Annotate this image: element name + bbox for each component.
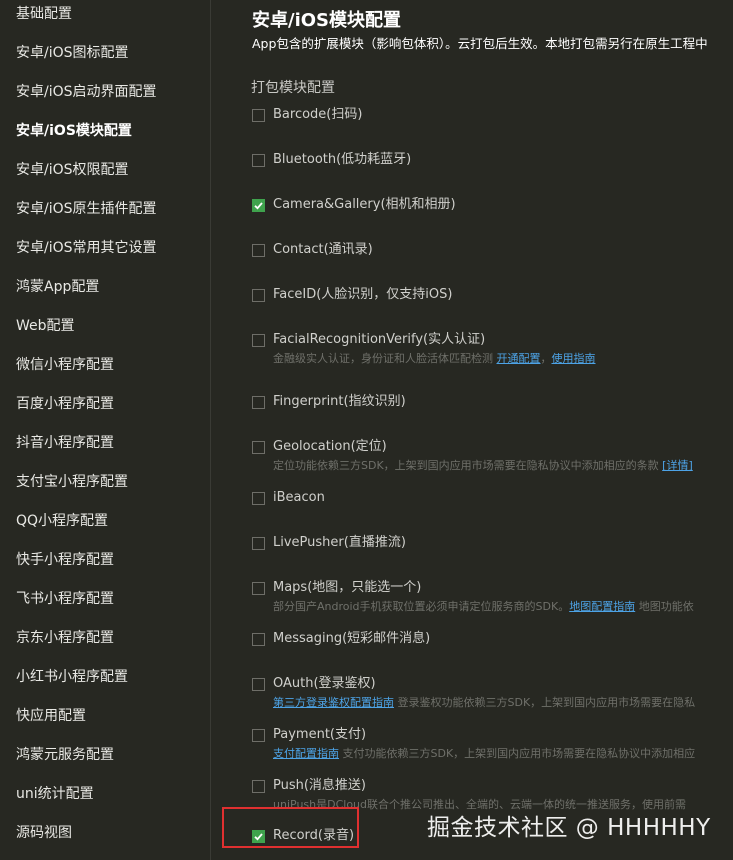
page-title: 安卓/iOS模块配置 bbox=[252, 10, 402, 31]
page-description: App包含的扩展模块（影响包体积）。云打包后生效。本地打包需另行在原生工程中 bbox=[252, 36, 708, 51]
sidebar-item-module-config[interactable]: 安卓/iOS模块配置 bbox=[16, 121, 132, 141]
section-title: 打包模块配置 bbox=[251, 80, 335, 96]
watermark: 掘金技术社区 @ HHHHHY bbox=[427, 815, 711, 841]
module-note-text: 登录鉴权功能依赖三方SDK，上架到国内应用市场需要在隐私 bbox=[394, 696, 696, 709]
module-note-text: 地图功能依 bbox=[635, 600, 694, 613]
sidebar-item-qq-mp[interactable]: QQ小程序配置 bbox=[16, 511, 108, 531]
module-label: Contact(通讯录) bbox=[273, 242, 373, 257]
module-label: FacialRecognitionVerify(实人认证) bbox=[273, 332, 486, 347]
sidebar-item-alipay-mp[interactable]: 支付宝小程序配置 bbox=[16, 472, 128, 492]
sidebar-item-douyin-mp[interactable]: 抖音小程序配置 bbox=[16, 433, 114, 453]
module-note: 第三方登录鉴权配置指南 登录鉴权功能依赖三方SDK，上架到国内应用市场需要在隐私 bbox=[273, 696, 695, 710]
module-checkbox[interactable] bbox=[252, 441, 265, 454]
module-label: Push(消息推送) bbox=[273, 778, 367, 793]
sidebar-item-jd-mp[interactable]: 京东小程序配置 bbox=[16, 628, 114, 648]
sidebar-item-splash-config[interactable]: 安卓/iOS启动界面配置 bbox=[16, 82, 157, 102]
module-note-link[interactable]: 第三方登录鉴权配置指南 bbox=[273, 696, 394, 709]
settings-sidebar: 基础配置 安卓/iOS图标配置 安卓/iOS启动界面配置 安卓/iOS模块配置 … bbox=[0, 0, 211, 860]
module-checkbox[interactable] bbox=[252, 289, 265, 302]
module-checkbox[interactable] bbox=[252, 492, 265, 505]
sidebar-item-baidu-mp[interactable]: 百度小程序配置 bbox=[16, 394, 114, 414]
sidebar-item-xiaohongshu-mp[interactable]: 小红书小程序配置 bbox=[16, 667, 128, 687]
module-note-text: 金融级实人认证，身份证和人脸活体匹配检测 bbox=[273, 352, 497, 365]
sidebar-item-other-settings[interactable]: 安卓/iOS常用其它设置 bbox=[16, 238, 157, 258]
module-note-link[interactable]: [详情] bbox=[662, 459, 693, 472]
module-note-text: 部分国产Android手机获取位置必须申请定位服务商的SDK。 bbox=[273, 600, 570, 613]
module-label: OAuth(登录鉴权) bbox=[273, 676, 376, 691]
module-note-text: 支付功能依赖三方SDK，上架到国内应用市场需要在隐私协议中添加相应 bbox=[339, 747, 696, 760]
module-note-link[interactable]: 开通配置 bbox=[497, 352, 541, 365]
module-note: 支付配置指南 支付功能依赖三方SDK，上架到国内应用市场需要在隐私协议中添加相应 bbox=[273, 747, 695, 761]
module-checkbox[interactable] bbox=[252, 678, 265, 691]
module-checkbox[interactable] bbox=[252, 729, 265, 742]
sidebar-item-feishu-mp[interactable]: 飞书小程序配置 bbox=[16, 589, 114, 609]
module-label: Geolocation(定位) bbox=[273, 439, 387, 454]
module-label: iBeacon bbox=[273, 490, 325, 505]
sidebar-item-permission-config[interactable]: 安卓/iOS权限配置 bbox=[16, 160, 129, 180]
module-note-text: ， bbox=[540, 352, 552, 365]
sidebar-item-uni-stat[interactable]: uni统计配置 bbox=[16, 784, 94, 804]
module-note-text: 定位功能依赖三方SDK，上架到国内应用市场需要在隐私协议中添加相应的条款 bbox=[273, 459, 663, 472]
checkmark-icon bbox=[254, 202, 263, 210]
sidebar-item-kuaishou-mp[interactable]: 快手小程序配置 bbox=[16, 550, 114, 570]
module-label: Barcode(扫码) bbox=[273, 107, 363, 122]
module-note: 定位功能依赖三方SDK，上架到国内应用市场需要在隐私协议中添加相应的条款 [详情… bbox=[273, 459, 693, 473]
module-checkbox[interactable] bbox=[252, 199, 265, 212]
module-note-link[interactable]: 地图配置指南 bbox=[569, 600, 635, 613]
module-label: Bluetooth(低功耗蓝牙) bbox=[273, 152, 412, 167]
module-checkbox[interactable] bbox=[252, 582, 265, 595]
module-checkbox[interactable] bbox=[252, 396, 265, 409]
module-note: 部分国产Android手机获取位置必须申请定位服务商的SDK。地图配置指南 地图… bbox=[273, 600, 694, 614]
module-note-link[interactable]: 支付配置指南 bbox=[273, 747, 339, 760]
module-checkbox[interactable] bbox=[252, 109, 265, 122]
module-label: Maps(地图，只能选一个) bbox=[273, 580, 422, 595]
module-checkbox[interactable] bbox=[252, 537, 265, 550]
sidebar-item-basic[interactable]: 基础配置 bbox=[16, 4, 72, 24]
module-checkbox[interactable] bbox=[252, 154, 265, 167]
module-label: Fingerprint(指纹识别) bbox=[273, 394, 406, 409]
sidebar-item-harmony-atomic[interactable]: 鸿蒙元服务配置 bbox=[16, 745, 114, 765]
sidebar-item-web[interactable]: Web配置 bbox=[16, 316, 75, 336]
module-note: 金融级实人认证，身份证和人脸活体匹配检测 开通配置，使用指南 bbox=[273, 352, 596, 366]
module-config-panel: 安卓/iOS模块配置 App包含的扩展模块（影响包体积）。云打包后生效。本地打包… bbox=[211, 0, 733, 860]
module-note-link[interactable]: 使用指南 bbox=[552, 352, 596, 365]
module-label: Payment(支付) bbox=[273, 727, 367, 742]
sidebar-item-icon-config[interactable]: 安卓/iOS图标配置 bbox=[16, 43, 129, 63]
module-label: LivePusher(直播推流) bbox=[273, 535, 406, 550]
highlight-box bbox=[222, 807, 359, 848]
sidebar-item-source-view[interactable]: 源码视图 bbox=[16, 823, 72, 843]
module-checkbox[interactable] bbox=[252, 780, 265, 793]
sidebar-item-weixin-mp[interactable]: 微信小程序配置 bbox=[16, 355, 114, 375]
module-checkbox[interactable] bbox=[252, 334, 265, 347]
module-checkbox[interactable] bbox=[252, 633, 265, 646]
sidebar-item-native-plugin-config[interactable]: 安卓/iOS原生插件配置 bbox=[16, 199, 157, 219]
module-label: FaceID(人脸识别，仅支持iOS) bbox=[273, 287, 453, 302]
sidebar-item-harmony-app[interactable]: 鸿蒙App配置 bbox=[16, 277, 99, 297]
sidebar-item-quickapp[interactable]: 快应用配置 bbox=[16, 706, 86, 726]
module-label: Messaging(短彩邮件消息) bbox=[273, 631, 431, 646]
module-checkbox[interactable] bbox=[252, 244, 265, 257]
module-label: Camera&Gallery(相机和相册) bbox=[273, 197, 456, 212]
